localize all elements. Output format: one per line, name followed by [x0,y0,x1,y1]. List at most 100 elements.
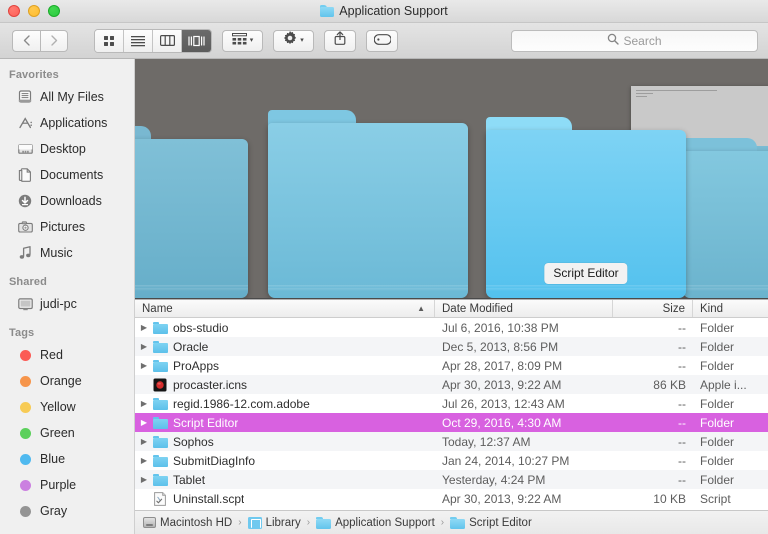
folder-left-2[interactable] [135,126,248,298]
sidebar-item-music[interactable]: Music [0,240,134,266]
sidebar-item-all-my-files[interactable]: All My Files [0,84,134,110]
sidebar-item-tag-red[interactable]: Red [0,342,134,368]
minimize-button[interactable] [28,5,40,17]
zoom-button[interactable] [48,5,60,17]
search-field[interactable]: Search [511,29,758,52]
sidebar-item-label: Orange [40,374,82,388]
folder-right-1[interactable] [683,138,768,298]
sidebar-item-label: Desktop [40,142,86,156]
icon-view-button[interactable] [95,29,124,52]
sidebar-item-pictures[interactable]: Pictures [0,214,134,240]
cell-name: ▶ regid.1986-12.com.adobe [135,397,435,411]
cell-size: 86 KB [653,377,686,392]
sidebar-item-tag-gray[interactable]: Gray [0,498,134,524]
folder-selected[interactable]: Script Editor [486,117,686,298]
table-row[interactable]: ▶ regid.1986-12.com.adobe Jul 26, 2013, … [135,394,768,413]
breadcrumb-script-editor[interactable]: Script Editor [450,516,532,529]
sidebar-section-shared-header: Shared [9,276,47,288]
disclosure-triangle-icon[interactable]: ▶ [137,323,151,332]
disclosure-triangle-icon[interactable]: ▶ [137,361,151,370]
cell-kind: Folder [700,434,735,449]
sidebar-item-label: Yellow [40,400,76,414]
column-view-button[interactable] [153,29,182,52]
table-row-selected[interactable]: ▶ Script Editor Oct 29, 2016, 4:30 AM --… [135,413,768,432]
folder-icon [450,516,466,529]
tag-dot-icon [17,503,33,519]
sidebar-item-tag-yellow[interactable]: Yellow [0,394,134,420]
cell-kind: Folder [700,358,735,373]
sidebar-item-label: Music [40,246,73,260]
tag-dot-icon [17,373,33,389]
file-name: Oracle [173,339,209,354]
forward-button[interactable] [40,29,68,52]
column-header-name[interactable]: Name ▲ [135,300,435,317]
folder-icon [151,473,169,486]
column-header-size[interactable]: Size [613,300,693,317]
disclosure-triangle-icon[interactable]: ▶ [137,456,151,465]
sidebar-item-judi-pc[interactable]: judi-pc [0,291,134,317]
cell-date-modified: Jul 26, 2013, 12:43 AM [442,396,565,411]
sidebar[interactable]: Favorites All My Files Applications Desk… [0,59,135,534]
column-header-kind[interactable]: Kind [693,300,768,317]
table-row[interactable]: ▶ Sophos Today, 12:37 AM -- Folder [135,432,768,451]
downloads-icon [17,193,33,209]
folder-left-1[interactable] [268,110,468,298]
sidebar-item-documents[interactable]: Documents [0,162,134,188]
table-row[interactable]: procaster.icns Apr 30, 2013, 9:22 AM 86 … [135,375,768,394]
column-header-size-label: Size [662,302,685,315]
sidebar-item-label: Red [40,348,63,362]
arrange-button[interactable]: ▾ [222,29,263,52]
disclosure-triangle-icon[interactable]: ▶ [137,437,151,446]
icns-icon [151,378,169,392]
disclosure-triangle-icon[interactable]: ▶ [137,399,151,408]
folder-icon [316,516,332,529]
table-row[interactable]: ▶ SubmitDiagInfo Jan 24, 2014, 10:27 PM … [135,451,768,470]
sidebar-item-tag-purple[interactable]: Purple [0,472,134,498]
close-button[interactable] [8,5,20,17]
sidebar-item-tag-blue[interactable]: Blue [0,446,134,472]
folder-icon [151,321,169,334]
table-row[interactable]: ▶ Tablet Yesterday, 4:24 PM -- Folder [135,470,768,489]
cell-size: -- [678,472,686,487]
cell-kind: Script [700,491,731,506]
sidebar-item-tag-orange[interactable]: Orange [0,368,134,394]
share-button[interactable] [324,29,356,52]
computer-icon [17,296,33,312]
breadcrumb-macintosh-hd[interactable]: Macintosh HD [143,517,232,529]
disclosure-triangle-icon[interactable]: ▶ [137,475,151,484]
coverflow-pane[interactable]: Script Editor [135,59,768,299]
cell-date-modified: Jul 6, 2016, 10:38 PM [442,320,559,335]
breadcrumb-application-support[interactable]: Application Support [316,516,435,529]
coverflow-view-button[interactable] [182,29,211,52]
action-menu-button[interactable]: ▾ [273,29,314,52]
cell-name: ▶ ProApps [135,359,435,373]
title-bar: Application Support [0,0,768,23]
cell-kind: Folder [700,320,735,335]
sidebar-item-downloads[interactable]: Downloads [0,188,134,214]
harddisk-icon [143,517,156,528]
list-view-button[interactable] [124,29,153,52]
sidebar-item-desktop[interactable]: Desktop [0,136,134,162]
edit-tags-button[interactable] [366,29,398,52]
cell-size: -- [678,434,686,449]
disclosure-triangle-icon[interactable]: ▶ [137,418,151,427]
tag-dot-icon [17,399,33,415]
documents-icon [17,167,33,183]
cell-name: ▶ SubmitDiagInfo [135,454,435,468]
cell-name: ▶ Tablet [135,473,435,487]
table-row[interactable]: ▶ Oracle Dec 5, 2013, 8:56 PM -- Folder [135,337,768,356]
breadcrumb-library[interactable]: Library [247,516,301,529]
table-row[interactable]: Uninstall.scpt Apr 30, 2013, 9:22 AM 10 … [135,489,768,508]
sidebar-item-label: judi-pc [40,297,77,311]
cell-kind: Apple i... [700,377,747,392]
table-row[interactable]: ▶ obs-studio Jul 6, 2016, 10:38 PM -- Fo… [135,318,768,337]
back-button[interactable] [12,29,40,52]
sidebar-item-applications[interactable]: Applications [0,110,134,136]
cell-size: 10 KB [653,491,686,506]
column-header-date-modified[interactable]: Date Modified [435,300,613,317]
sidebar-item-tag-green[interactable]: Green [0,420,134,446]
table-row[interactable]: ▶ ProApps Apr 28, 2017, 8:09 PM -- Folde… [135,356,768,375]
disclosure-triangle-icon[interactable]: ▶ [137,342,151,351]
file-name: regid.1986-12.com.adobe [173,396,310,411]
file-name: obs-studio [173,320,229,335]
